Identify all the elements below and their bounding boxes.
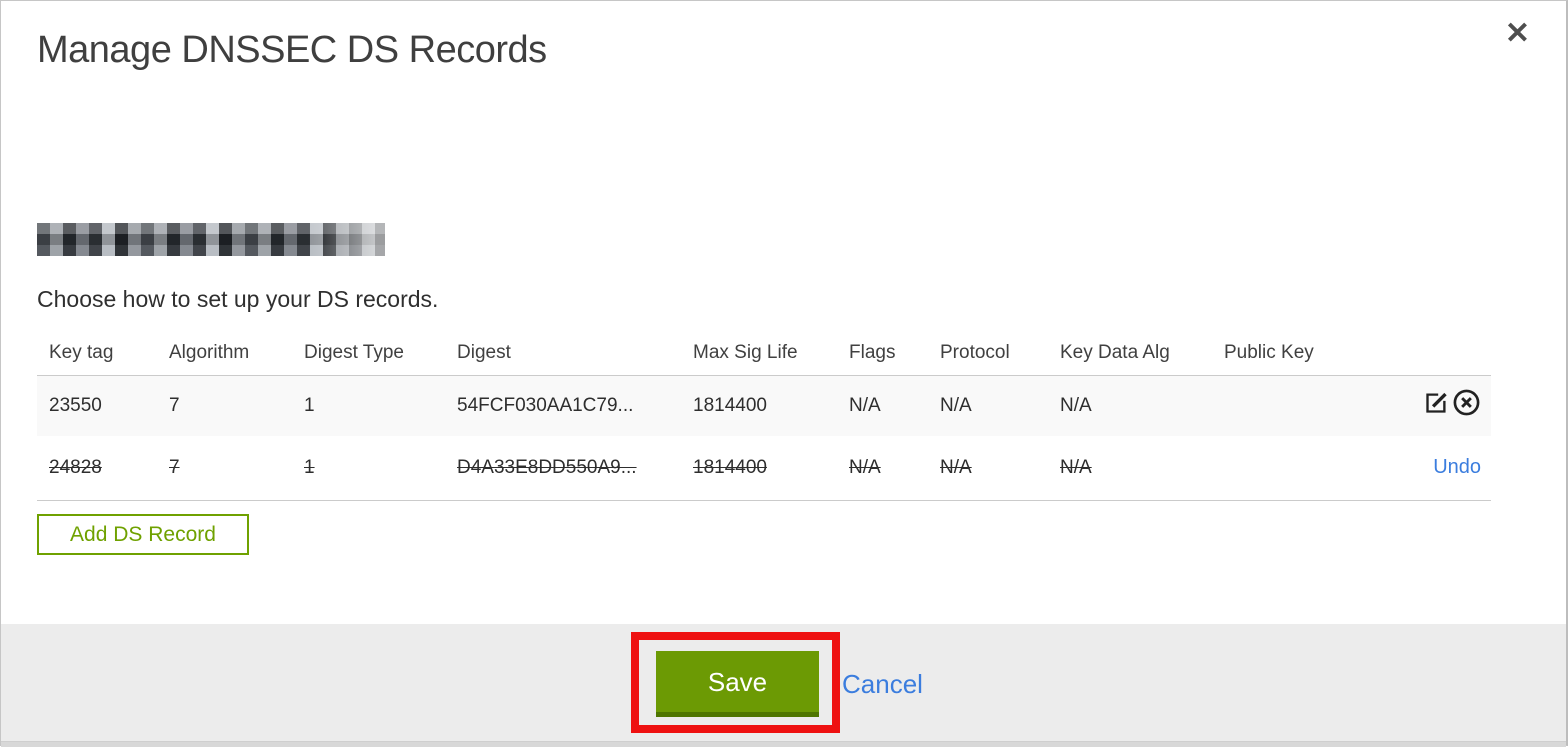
edit-icon[interactable]: [1423, 389, 1450, 422]
col-header-actions: [1362, 331, 1491, 376]
cell-algorithm: 7: [157, 436, 292, 501]
cell-digest-type: 1: [292, 375, 445, 436]
cell-protocol: N/A: [928, 375, 1048, 436]
cell-actions: [1362, 375, 1491, 436]
cell-digest: 54FCF030AA1C79...: [445, 375, 681, 436]
cell-public-key: [1212, 375, 1362, 436]
close-icon[interactable]: ✕: [1505, 19, 1530, 49]
cell-key-data-alg: N/A: [1048, 375, 1212, 436]
save-button[interactable]: Save: [656, 651, 819, 717]
col-header-key-data-alg: Key Data Alg: [1048, 331, 1212, 376]
cell-digest-type: 1: [292, 436, 445, 501]
cell-protocol: N/A: [928, 436, 1048, 501]
ds-records-table: Key tag Algorithm Digest Type Digest Max…: [37, 331, 1491, 501]
cell-digest: D4A33E8DD550A9...: [445, 436, 681, 501]
cell-public-key: [1212, 436, 1362, 501]
subtitle-text: Choose how to set up your DS records.: [37, 286, 439, 312]
col-header-max-sig-life: Max Sig Life: [681, 331, 837, 376]
table-row: 23550 7 1 54FCF030AA1C79... 1814400 N/A …: [37, 375, 1491, 436]
add-ds-record-button[interactable]: Add DS Record: [37, 514, 249, 555]
col-header-public-key: Public Key: [1212, 331, 1362, 376]
col-header-digest: Digest: [445, 331, 681, 376]
circle-x-icon[interactable]: [1452, 388, 1481, 423]
col-header-flags: Flags: [837, 331, 928, 376]
cell-max-sig-life: 1814400: [681, 375, 837, 436]
cell-actions: Undo: [1362, 436, 1491, 501]
table-row-deleted: 24828 7 1 D4A33E8DD550A9... 1814400 N/A …: [37, 436, 1491, 501]
cell-flags: N/A: [837, 375, 928, 436]
cancel-link[interactable]: Cancel: [842, 669, 923, 700]
cell-algorithm: 7: [157, 375, 292, 436]
dnssec-modal: { "modal": { "title": "Manage DNSSEC DS …: [0, 0, 1568, 747]
undo-link[interactable]: Undo: [1433, 456, 1481, 478]
cell-max-sig-life: 1814400: [681, 436, 837, 501]
background-page-edge: [1, 741, 1566, 747]
cell-key-tag: 24828: [37, 436, 157, 501]
col-header-key-tag: Key tag: [37, 331, 157, 376]
col-header-algorithm: Algorithm: [157, 331, 292, 376]
col-header-protocol: Protocol: [928, 331, 1048, 376]
page-title: Manage DNSSEC DS Records: [37, 29, 547, 71]
cell-key-data-alg: N/A: [1048, 436, 1212, 501]
redacted-domain-name: [37, 223, 385, 256]
cell-flags: N/A: [837, 436, 928, 501]
cell-key-tag: 23550: [37, 375, 157, 436]
col-header-digest-type: Digest Type: [292, 331, 445, 376]
table-header-row: Key tag Algorithm Digest Type Digest Max…: [37, 331, 1491, 376]
